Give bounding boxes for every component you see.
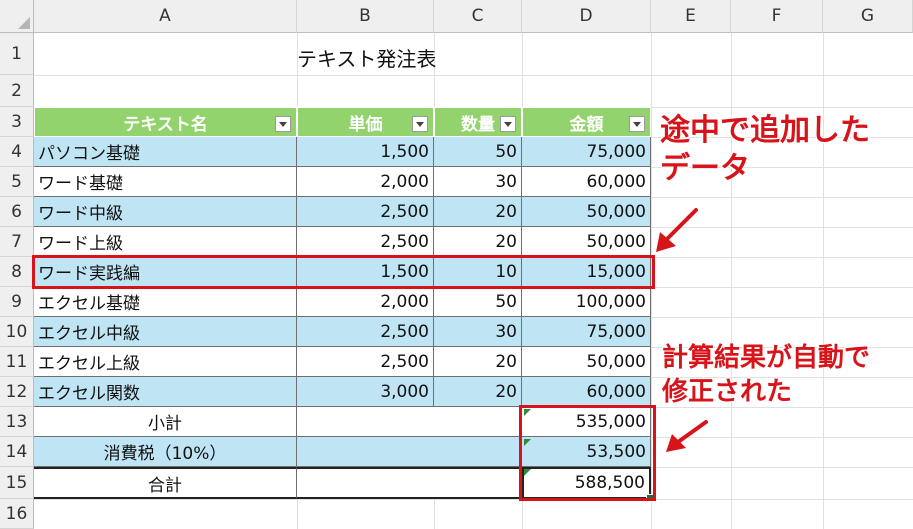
header-unit-price-label: 単価 (348, 114, 383, 135)
cell-unit-price[interactable]: 2,000 (297, 167, 434, 197)
column-header-f[interactable]: F (731, 0, 823, 33)
tax-label[interactable]: 消費税（10%） (34, 437, 297, 467)
recalculated-values-highlight (519, 405, 656, 501)
filter-dropdown-icon[interactable] (275, 116, 291, 132)
added-row-highlight (32, 255, 655, 289)
cell-text-name[interactable]: ワード上級 (34, 227, 297, 257)
cell-text-name[interactable]: パソコン基礎 (34, 137, 297, 167)
cell-quantity[interactable]: 20 (434, 197, 522, 227)
cell-amount[interactable]: 50,000 (522, 227, 651, 257)
row-header-9[interactable]: 9 (0, 287, 34, 317)
column-header-d[interactable]: D (522, 0, 651, 33)
select-all-triangle-icon (18, 17, 30, 29)
cell-text-name[interactable]: エクセル上級 (34, 347, 297, 377)
annotation-added-line1: 途中で追加した (660, 113, 870, 148)
row-header-4[interactable]: 4 (0, 137, 34, 167)
row-header-15[interactable]: 15 (0, 467, 34, 499)
row-header-16[interactable]: 16 (0, 499, 34, 529)
spreadsheet: A B C D E F G 1 2 3 4 5 6 7 8 9 10 11 12… (0, 0, 913, 529)
column-header-e[interactable]: E (651, 0, 731, 33)
total-label[interactable]: 合計 (34, 467, 297, 499)
cell-text-name[interactable]: エクセル中級 (34, 317, 297, 347)
subtotal-empty[interactable] (297, 407, 522, 437)
cell-text-name[interactable]: エクセル関数 (34, 377, 297, 407)
row-header-2[interactable]: 2 (0, 75, 34, 107)
arrow-icon (656, 208, 698, 252)
cell-text-name[interactable]: ワード基礎 (34, 167, 297, 197)
column-header-g[interactable]: G (823, 0, 913, 33)
cell-quantity[interactable]: 50 (434, 137, 522, 167)
row-header-1[interactable]: 1 (0, 33, 34, 75)
cell-unit-price[interactable]: 2,000 (297, 287, 434, 317)
cell-unit-price[interactable]: 2,500 (297, 347, 434, 377)
select-all-corner[interactable] (0, 0, 34, 33)
sheet-title: テキスト発注表 (297, 46, 437, 71)
filter-dropdown-icon[interactable] (412, 116, 428, 132)
row-header-12[interactable]: 12 (0, 377, 34, 407)
cell-amount[interactable]: 100,000 (522, 287, 651, 317)
cell-quantity[interactable]: 20 (434, 377, 522, 407)
cell-quantity[interactable]: 30 (434, 167, 522, 197)
cell-amount[interactable]: 60,000 (522, 167, 651, 197)
cell-amount[interactable]: 50,000 (522, 197, 651, 227)
column-header-c[interactable]: C (434, 0, 522, 33)
annotation-calc-line2: 修正された (662, 377, 793, 407)
row-header-10[interactable]: 10 (0, 317, 34, 347)
row-header-8[interactable]: 8 (0, 257, 34, 287)
header-quantity[interactable]: 数量 (434, 107, 522, 137)
cell-amount[interactable]: 60,000 (522, 377, 651, 407)
total-empty[interactable] (297, 467, 522, 499)
cell-unit-price[interactable]: 1,500 (297, 137, 434, 167)
cell-quantity[interactable]: 20 (434, 227, 522, 257)
cell-text-name[interactable]: エクセル基礎 (34, 287, 297, 317)
header-unit-price[interactable]: 単価 (297, 107, 434, 137)
subtotal-label[interactable]: 小計 (34, 407, 297, 437)
row-header-3[interactable]: 3 (0, 107, 34, 137)
cell-unit-price[interactable]: 3,000 (297, 377, 434, 407)
cell-quantity[interactable]: 30 (434, 317, 522, 347)
arrow-icon (666, 420, 708, 452)
row-header-11[interactable]: 11 (0, 347, 34, 377)
row-header-7[interactable]: 7 (0, 227, 34, 257)
cell-unit-price[interactable]: 2,500 (297, 317, 434, 347)
row-header-13[interactable]: 13 (0, 407, 34, 437)
cell-quantity[interactable]: 20 (434, 347, 522, 377)
header-text-name[interactable]: テキスト名 (34, 107, 297, 137)
header-quantity-label: 数量 (461, 114, 495, 135)
filter-dropdown-icon[interactable] (629, 116, 645, 132)
column-header-b[interactable]: B (297, 0, 434, 33)
header-amount-label: 金額 (569, 114, 604, 135)
filter-dropdown-icon[interactable] (500, 116, 516, 132)
annotation-calc-line1: 計算結果が自動で (662, 343, 871, 373)
cell-unit-price[interactable]: 2,500 (297, 197, 434, 227)
cell-unit-price[interactable]: 2,500 (297, 227, 434, 257)
cell-quantity[interactable]: 50 (434, 287, 522, 317)
header-text-name-label: テキスト名 (123, 114, 208, 135)
column-header-a[interactable]: A (34, 0, 297, 33)
row-header-14[interactable]: 14 (0, 437, 34, 467)
cell-amount[interactable]: 75,000 (522, 317, 651, 347)
row-header-6[interactable]: 6 (0, 197, 34, 227)
annotation-added-line2: データ (660, 151, 750, 186)
tax-empty[interactable] (297, 437, 522, 467)
cell-amount[interactable]: 75,000 (522, 137, 651, 167)
row-header-5[interactable]: 5 (0, 167, 34, 197)
header-amount[interactable]: 金額 (522, 107, 651, 137)
cell-amount[interactable]: 50,000 (522, 347, 651, 377)
cell-text-name[interactable]: ワード中級 (34, 197, 297, 227)
